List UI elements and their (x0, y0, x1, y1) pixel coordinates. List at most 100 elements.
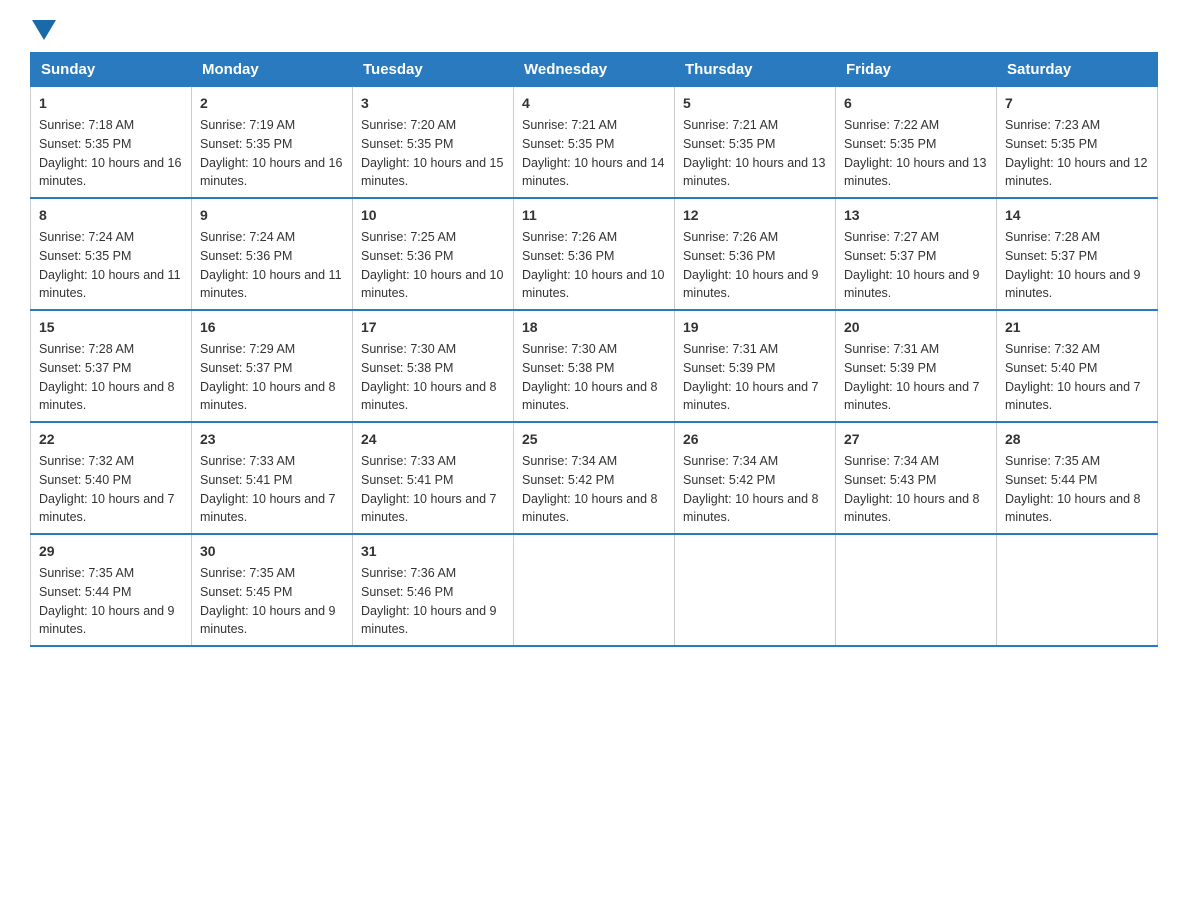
sunrise-label: Sunrise: 7:23 AM (1005, 118, 1100, 132)
sunset-label: Sunset: 5:35 PM (844, 137, 936, 151)
sunrise-label: Sunrise: 7:27 AM (844, 230, 939, 244)
sunset-label: Sunset: 5:45 PM (200, 585, 292, 599)
daylight-label: Daylight: 10 hours and 8 minutes. (683, 492, 819, 525)
week-row-3: 15Sunrise: 7:28 AMSunset: 5:37 PMDayligh… (31, 310, 1158, 422)
sunset-label: Sunset: 5:44 PM (1005, 473, 1097, 487)
sunset-label: Sunset: 5:41 PM (361, 473, 453, 487)
daylight-label: Daylight: 10 hours and 8 minutes. (522, 380, 658, 413)
daylight-label: Daylight: 10 hours and 8 minutes. (361, 380, 497, 413)
daylight-label: Daylight: 10 hours and 7 minutes. (39, 492, 175, 525)
column-header-wednesday: Wednesday (514, 53, 675, 87)
day-number: 21 (1005, 317, 1149, 338)
calendar-cell: 5Sunrise: 7:21 AMSunset: 5:35 PMDaylight… (675, 87, 836, 199)
week-row-4: 22Sunrise: 7:32 AMSunset: 5:40 PMDayligh… (31, 422, 1158, 534)
day-number: 11 (522, 205, 666, 226)
daylight-label: Daylight: 10 hours and 8 minutes. (522, 492, 658, 525)
calendar-cell: 11Sunrise: 7:26 AMSunset: 5:36 PMDayligh… (514, 198, 675, 310)
daylight-label: Daylight: 10 hours and 16 minutes. (200, 156, 342, 189)
sunrise-label: Sunrise: 7:28 AM (1005, 230, 1100, 244)
week-row-5: 29Sunrise: 7:35 AMSunset: 5:44 PMDayligh… (31, 534, 1158, 646)
calendar-cell: 25Sunrise: 7:34 AMSunset: 5:42 PMDayligh… (514, 422, 675, 534)
daylight-label: Daylight: 10 hours and 8 minutes. (844, 492, 980, 525)
calendar-cell: 24Sunrise: 7:33 AMSunset: 5:41 PMDayligh… (353, 422, 514, 534)
day-number: 4 (522, 93, 666, 114)
day-number: 6 (844, 93, 988, 114)
column-header-sunday: Sunday (31, 53, 192, 87)
sunrise-label: Sunrise: 7:34 AM (683, 454, 778, 468)
sunrise-label: Sunrise: 7:20 AM (361, 118, 456, 132)
calendar-cell: 10Sunrise: 7:25 AMSunset: 5:36 PMDayligh… (353, 198, 514, 310)
column-header-tuesday: Tuesday (353, 53, 514, 87)
calendar-cell: 14Sunrise: 7:28 AMSunset: 5:37 PMDayligh… (997, 198, 1158, 310)
calendar-cell: 22Sunrise: 7:32 AMSunset: 5:40 PMDayligh… (31, 422, 192, 534)
sunrise-label: Sunrise: 7:21 AM (683, 118, 778, 132)
sunrise-label: Sunrise: 7:35 AM (200, 566, 295, 580)
day-number: 23 (200, 429, 344, 450)
calendar-cell: 27Sunrise: 7:34 AMSunset: 5:43 PMDayligh… (836, 422, 997, 534)
day-number: 27 (844, 429, 988, 450)
sunrise-label: Sunrise: 7:24 AM (39, 230, 134, 244)
sunset-label: Sunset: 5:36 PM (683, 249, 775, 263)
sunset-label: Sunset: 5:36 PM (200, 249, 292, 263)
sunrise-label: Sunrise: 7:25 AM (361, 230, 456, 244)
column-header-thursday: Thursday (675, 53, 836, 87)
calendar-cell: 1Sunrise: 7:18 AMSunset: 5:35 PMDaylight… (31, 87, 192, 199)
calendar-cell: 8Sunrise: 7:24 AMSunset: 5:35 PMDaylight… (31, 198, 192, 310)
day-number: 16 (200, 317, 344, 338)
sunset-label: Sunset: 5:39 PM (844, 361, 936, 375)
daylight-label: Daylight: 10 hours and 9 minutes. (1005, 268, 1141, 301)
sunrise-label: Sunrise: 7:34 AM (844, 454, 939, 468)
sunset-label: Sunset: 5:35 PM (361, 137, 453, 151)
day-number: 30 (200, 541, 344, 562)
page-header (30, 20, 1158, 36)
calendar-cell (997, 534, 1158, 646)
daylight-label: Daylight: 10 hours and 7 minutes. (844, 380, 980, 413)
day-number: 22 (39, 429, 183, 450)
calendar-cell: 31Sunrise: 7:36 AMSunset: 5:46 PMDayligh… (353, 534, 514, 646)
daylight-label: Daylight: 10 hours and 11 minutes. (39, 268, 181, 301)
day-number: 13 (844, 205, 988, 226)
calendar-cell: 18Sunrise: 7:30 AMSunset: 5:38 PMDayligh… (514, 310, 675, 422)
calendar-cell: 15Sunrise: 7:28 AMSunset: 5:37 PMDayligh… (31, 310, 192, 422)
daylight-label: Daylight: 10 hours and 11 minutes. (200, 268, 342, 301)
sunrise-label: Sunrise: 7:31 AM (844, 342, 939, 356)
daylight-label: Daylight: 10 hours and 9 minutes. (683, 268, 819, 301)
calendar-cell: 21Sunrise: 7:32 AMSunset: 5:40 PMDayligh… (997, 310, 1158, 422)
day-number: 31 (361, 541, 505, 562)
sunrise-label: Sunrise: 7:30 AM (361, 342, 456, 356)
day-number: 10 (361, 205, 505, 226)
daylight-label: Daylight: 10 hours and 13 minutes. (683, 156, 825, 189)
column-header-saturday: Saturday (997, 53, 1158, 87)
sunset-label: Sunset: 5:35 PM (39, 137, 131, 151)
calendar-cell: 4Sunrise: 7:21 AMSunset: 5:35 PMDaylight… (514, 87, 675, 199)
sunset-label: Sunset: 5:44 PM (39, 585, 131, 599)
calendar-cell: 12Sunrise: 7:26 AMSunset: 5:36 PMDayligh… (675, 198, 836, 310)
calendar-cell: 23Sunrise: 7:33 AMSunset: 5:41 PMDayligh… (192, 422, 353, 534)
sunrise-label: Sunrise: 7:35 AM (39, 566, 134, 580)
column-header-friday: Friday (836, 53, 997, 87)
day-number: 15 (39, 317, 183, 338)
calendar-cell: 2Sunrise: 7:19 AMSunset: 5:35 PMDaylight… (192, 87, 353, 199)
day-number: 5 (683, 93, 827, 114)
calendar-cell: 17Sunrise: 7:30 AMSunset: 5:38 PMDayligh… (353, 310, 514, 422)
day-number: 3 (361, 93, 505, 114)
sunset-label: Sunset: 5:35 PM (39, 249, 131, 263)
calendar-cell: 29Sunrise: 7:35 AMSunset: 5:44 PMDayligh… (31, 534, 192, 646)
sunrise-label: Sunrise: 7:19 AM (200, 118, 295, 132)
sunrise-label: Sunrise: 7:36 AM (361, 566, 456, 580)
calendar-cell: 26Sunrise: 7:34 AMSunset: 5:42 PMDayligh… (675, 422, 836, 534)
sunrise-label: Sunrise: 7:24 AM (200, 230, 295, 244)
sunrise-label: Sunrise: 7:22 AM (844, 118, 939, 132)
day-number: 7 (1005, 93, 1149, 114)
sunrise-label: Sunrise: 7:32 AM (1005, 342, 1100, 356)
daylight-label: Daylight: 10 hours and 10 minutes. (522, 268, 664, 301)
calendar-cell: 13Sunrise: 7:27 AMSunset: 5:37 PMDayligh… (836, 198, 997, 310)
week-row-2: 8Sunrise: 7:24 AMSunset: 5:35 PMDaylight… (31, 198, 1158, 310)
day-number: 19 (683, 317, 827, 338)
sunrise-label: Sunrise: 7:28 AM (39, 342, 134, 356)
sunrise-label: Sunrise: 7:32 AM (39, 454, 134, 468)
day-number: 9 (200, 205, 344, 226)
daylight-label: Daylight: 10 hours and 8 minutes. (39, 380, 175, 413)
day-number: 28 (1005, 429, 1149, 450)
calendar-table: SundayMondayTuesdayWednesdayThursdayFrid… (30, 52, 1158, 647)
